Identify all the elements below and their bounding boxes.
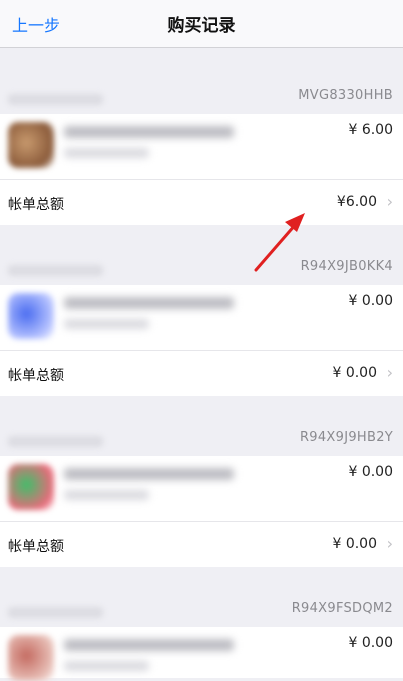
chevron-right-icon: › <box>386 534 393 553</box>
blurred-app-detail <box>64 661 149 671</box>
purchase-header: MVG8330HHB <box>0 54 403 114</box>
blurred-date <box>8 94 103 105</box>
item-price: ¥ 0.00 <box>348 293 393 309</box>
chevron-right-icon: › <box>386 363 393 382</box>
bill-total-amount: ¥ 0.00 <box>332 536 377 552</box>
blurred-date <box>8 265 103 276</box>
bill-total-amount: ¥6.00 <box>336 194 377 210</box>
page-title: 购买记录 <box>167 16 236 36</box>
blurred-date <box>8 436 103 447</box>
bill-total-label: 帐单总额 <box>8 539 64 555</box>
blurred-app-name <box>64 639 234 651</box>
order-id: R94X9J9HB2Y <box>299 430 393 445</box>
bill-total-row[interactable]: 帐单总额 ¥ 0.00 › <box>0 350 403 396</box>
purchase-header: R94X9FSDQM2 <box>0 567 403 627</box>
blurred-app-detail <box>64 319 149 329</box>
order-id: R94X9FSDQM2 <box>291 601 393 616</box>
purchase-header: R94X9J9HB2Y <box>0 396 403 456</box>
bill-total-row[interactable]: 帐单总额 ¥ 0.00 › <box>0 521 403 567</box>
purchase-item-row[interactable]: ¥ 0.00 <box>0 627 403 681</box>
purchase-item-row[interactable]: ¥ 0.00 <box>0 456 403 521</box>
order-id: R94X9JB0KK4 <box>300 259 393 274</box>
app-icon <box>8 122 54 168</box>
item-price: ¥ 0.00 <box>348 464 393 480</box>
bill-total-label: 帐单总额 <box>8 197 64 213</box>
bill-total-amount: ¥ 0.00 <box>332 365 377 381</box>
bill-total-row[interactable]: 帐单总额 ¥6.00 › <box>0 179 403 225</box>
app-icon <box>8 464 54 510</box>
blurred-date <box>8 607 103 618</box>
blurred-app-name <box>64 468 234 480</box>
purchase-header: R94X9JB0KK4 <box>0 225 403 285</box>
item-price: ¥ 6.00 <box>348 122 393 138</box>
blurred-app-detail <box>64 490 149 500</box>
blurred-app-detail <box>64 148 149 158</box>
item-price: ¥ 0.00 <box>348 635 393 651</box>
blurred-app-name <box>64 126 234 138</box>
purchase-item-row[interactable]: ¥ 0.00 <box>0 285 403 350</box>
purchase-item-row[interactable]: ¥ 6.00 <box>0 114 403 179</box>
app-icon <box>8 635 54 681</box>
bill-total-label: 帐单总额 <box>8 368 64 384</box>
chevron-right-icon: › <box>386 192 393 211</box>
blurred-app-name <box>64 297 234 309</box>
navigation-bar: 上一步 购买记录 <box>0 0 403 48</box>
app-icon <box>8 293 54 339</box>
order-id: MVG8330HHB <box>298 88 393 103</box>
